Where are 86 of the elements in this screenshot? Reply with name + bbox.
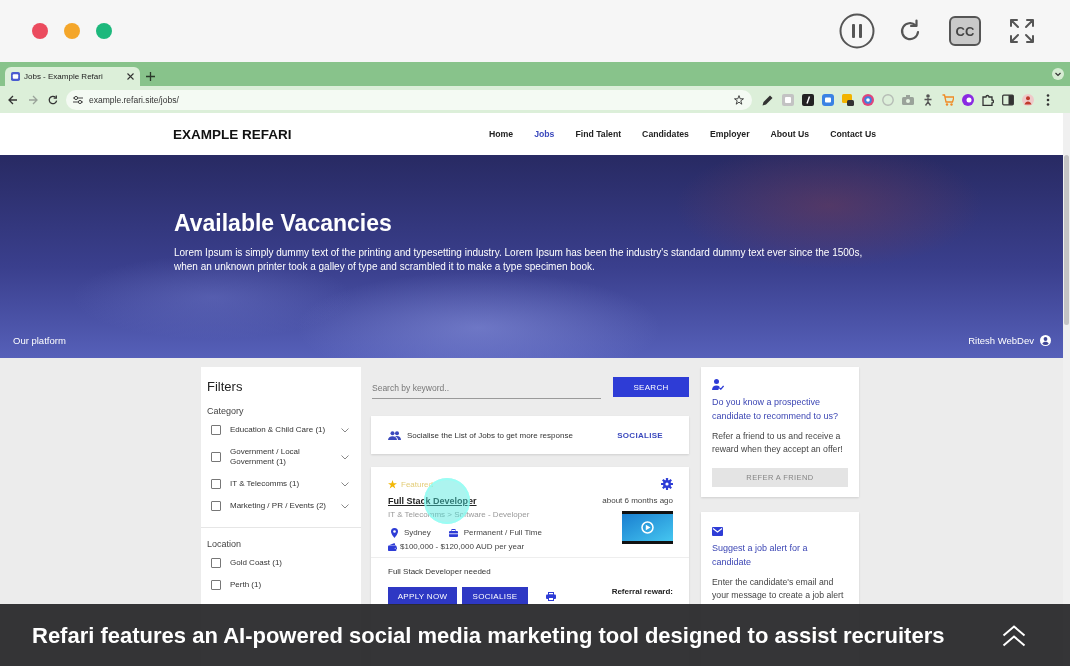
socialise-link[interactable]: SOCIALISE [617,430,663,440]
featured-label: Featured [401,479,434,489]
checkbox[interactable] [211,425,221,435]
filter-option-label[interactable]: Marketing / PR / Events (2) [230,501,335,511]
extension-circle-icon[interactable] [962,93,974,106]
sidebar-icon[interactable] [1002,93,1014,106]
apply-now-button[interactable]: APPLY NOW [388,587,457,605]
filter-option-label[interactable]: Gold Coast (1) [230,558,349,568]
extension-tile-icon[interactable] [822,93,834,106]
person-icon[interactable] [922,93,934,106]
work-type: Permanent / Full Time [463,527,542,538]
card-title: Suggest a job alert for a candidate [712,542,809,569]
nav-link[interactable]: Candidates [642,129,689,139]
back-icon[interactable] [8,94,18,105]
checkbox[interactable] [211,501,221,511]
checkbox[interactable] [211,452,221,462]
hero-title: Available Vacancies [174,209,392,237]
address-field[interactable]: example.refari.site/jobs/ [66,89,752,110]
checkbox[interactable] [211,558,221,568]
wallet-icon [388,542,397,551]
tab-dropdown-icon[interactable] [1052,68,1064,80]
filter-option-label[interactable]: Education & Child Care (1) [230,425,335,435]
filter-section-title: Location [207,539,243,550]
group-icon [388,430,401,440]
pencil-icon[interactable] [762,93,774,106]
salary: $100,000 - $120,000 AUD per year [400,541,525,552]
extension-tile-icon[interactable] [782,93,794,106]
location-pin-icon [391,527,398,538]
posted-time: about 6 months ago [602,495,673,507]
account-circle-icon[interactable] [1040,335,1051,346]
extension-circle-icon[interactable] [862,93,874,106]
captions-button[interactable]: CC [949,16,981,46]
chevron-down-icon[interactable] [341,503,349,509]
browser-tab[interactable]: Jobs - Example Refari [5,67,140,86]
chevron-down-icon[interactable] [341,481,349,487]
settings-icon[interactable] [661,478,673,490]
job-summary: Full Stack Developer needed [387,566,492,577]
profile-avatar-icon[interactable] [1022,93,1034,106]
fullscreen-icon[interactable] [1009,18,1035,44]
bookmark-star-icon[interactable] [734,94,744,105]
nav-link[interactable]: Jobs [534,129,555,139]
hero-description: Lorem Ipsum is simply dummy text of the printing and typesetting industry. Lorem Ipsum has been the industry's standard dummy text ever since the 1500s, when an unknown printer took a galley of type and scrambled it to make a type specimen book. [174,246,864,274]
new-tab-icon[interactable] [146,72,155,81]
close-icon[interactable] [127,73,134,80]
search-field[interactable]: Search by keyword.. [372,381,601,399]
nav-link[interactable]: Contact Us [830,129,876,139]
checkbox[interactable] [211,479,221,489]
company-logo-drawing [622,511,673,544]
person-check-icon [712,379,724,390]
socialise-button[interactable]: SOCIALISE [462,587,528,605]
nav-link[interactable]: Find Talent [575,129,622,139]
search-button[interactable]: SEARCH [613,377,689,397]
nav-link[interactable]: Home [489,129,514,139]
puzzle-icon[interactable] [982,93,994,106]
filter-option-label[interactable]: IT & Telecomms (1) [230,479,335,489]
checkbox[interactable] [211,580,221,590]
chevron-down-icon[interactable] [341,454,349,460]
filter-option-label[interactable]: Perth (1) [230,580,349,590]
user-name[interactable]: Ritesh WebDev [968,335,1034,346]
nav-link[interactable]: Employer [709,129,750,139]
printer-icon[interactable] [546,591,556,601]
reload-icon[interactable] [48,94,58,105]
site-settings-icon[interactable] [73,95,83,104]
socialise-text: Socialise the List of Jobs to get more response [407,430,574,440]
window-close-icon[interactable] [32,23,48,39]
filters-title: Filters [207,379,244,395]
favicon-icon [11,72,20,81]
filter-option-label[interactable]: Government / Local Government (1) [230,447,335,467]
platform-label: Our platform [13,335,66,346]
pause-icon[interactable] [839,13,875,49]
card-title: Do you know a prospective candidate to recommend to us? [712,396,840,423]
folder-badge-icon[interactable] [842,93,854,106]
briefcase-icon [448,528,458,537]
site-logo[interactable]: EXAMPLE REFARI [173,126,292,142]
double-chevron-up-icon[interactable] [1002,625,1026,647]
job-location: Sydney [404,527,431,538]
chevron-down-icon[interactable] [341,427,349,433]
mail-icon [712,527,723,536]
referral-reward-label: Referral reward: [611,587,673,596]
job-title-link[interactable]: Full Stack Developer [388,495,542,507]
filter-section-title: Category [207,406,245,417]
card-text: Enter the candidate's email and your message to create a job alert [712,576,845,602]
card-text: Refer a friend to us and receive a reward when they accept an offer! [712,430,844,456]
extension-tile-icon[interactable] [802,93,814,106]
nav-link[interactable]: About Us [770,129,810,139]
caption-text: Refari features an AI-powered social media marketing tool designed to assist recruiters [32,623,946,649]
